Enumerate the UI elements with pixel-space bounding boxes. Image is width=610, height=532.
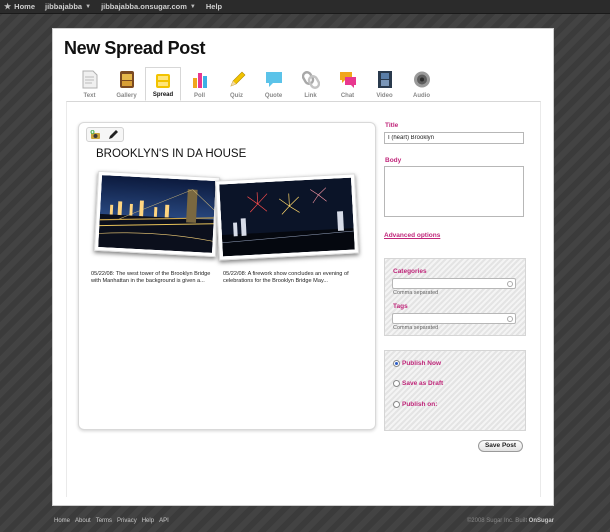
post-type-tabs: Text Gallery Spread Poll Quiz Quote Link… (71, 67, 440, 101)
pen-icon[interactable] (107, 130, 118, 140)
tab-link[interactable]: Link (292, 67, 329, 101)
advanced-options-link[interactable]: Advanced options (384, 232, 440, 239)
chat-icon (339, 72, 356, 88)
top-nav-help-label: Help (205, 2, 223, 11)
footer-link-about[interactable]: About (75, 518, 91, 524)
add-image-icon[interactable] (90, 130, 101, 140)
spread-photo-fireworks[interactable] (215, 173, 359, 261)
tab-label: Video (376, 93, 393, 99)
tab-video[interactable]: Video (366, 67, 403, 101)
tags-input[interactable] (392, 313, 516, 324)
footer-links: Home About Terms Privacy Help API (54, 518, 174, 524)
categories-label: Categories (393, 268, 427, 275)
star-icon: ★ (4, 2, 12, 11)
tags-hint: Comma separated (393, 325, 439, 331)
tab-label: Gallery (116, 93, 137, 99)
footer-brand-link[interactable]: OnSugar (529, 518, 554, 524)
tab-label: Text (83, 93, 96, 99)
top-nav-user-menu[interactable]: jibbajabba ▼ (45, 2, 91, 11)
tab-label: Poll (193, 93, 205, 99)
bridge-image (98, 175, 216, 253)
gallery-icon (119, 71, 134, 88)
spread-editor[interactable]: BROOKLYN'S IN DA HOUSE 05/22/08: The wes… (78, 122, 376, 430)
categories-input[interactable] (392, 278, 516, 289)
top-nav-home[interactable]: ★ Home (4, 2, 35, 11)
speaker-icon (413, 71, 430, 88)
tab-quote[interactable]: Quote (255, 67, 292, 101)
text-icon (82, 70, 97, 89)
tab-text[interactable]: Text (71, 67, 108, 101)
tab-gallery[interactable]: Gallery (108, 67, 145, 101)
save-post-button[interactable]: Save Post (478, 440, 523, 452)
radio-unselected[interactable] (393, 380, 400, 387)
footer-link-help[interactable]: Help (142, 518, 154, 524)
tab-poll[interactable]: Poll (181, 67, 218, 101)
spread-heading: BROOKLYN'S IN DA HOUSE (96, 148, 247, 160)
footer-link-home[interactable]: Home (54, 518, 70, 524)
tags-label: Tags (393, 303, 408, 310)
tab-label: Link (304, 93, 317, 99)
footer-link-api[interactable]: API (159, 518, 169, 524)
body-label: Body (385, 157, 402, 164)
title-label: Title (385, 122, 399, 129)
chevron-down-icon: ▼ (189, 3, 196, 10)
publish-now-option[interactable]: Publish Now (393, 360, 441, 367)
tab-quiz[interactable]: Quiz (218, 67, 255, 101)
save-draft-option[interactable]: Save as Draft (393, 380, 443, 387)
radio-selected[interactable] (393, 360, 400, 367)
publish-on-option[interactable]: Publish on: (393, 401, 437, 408)
pencil-icon (229, 71, 245, 87)
fireworks-image (219, 177, 355, 257)
tab-audio[interactable]: Audio (403, 67, 440, 101)
tab-label: Spread (152, 92, 174, 98)
publish-now-label: Publish Now (402, 360, 441, 367)
top-nav-help[interactable]: Help (206, 2, 222, 11)
footer-link-terms[interactable]: Terms (96, 518, 112, 524)
quote-icon (265, 72, 282, 87)
top-nav-site-label: jibbajabba.onsugar.com (101, 2, 187, 11)
tab-spread[interactable]: Spread (145, 67, 181, 101)
categories-hint: Comma separated (393, 290, 439, 296)
copyright-text: ©2008 Sugar Inc. Built (466, 518, 527, 524)
film-icon (377, 71, 392, 88)
spread-icon (156, 74, 170, 88)
chevron-down-icon: ▼ (85, 3, 92, 10)
top-nav-home-label: Home (14, 2, 36, 11)
footer-link-privacy[interactable]: Privacy (117, 518, 137, 524)
autocomplete-icon (507, 281, 513, 287)
tab-label: Chat (340, 93, 355, 99)
body-textarea[interactable] (384, 166, 524, 217)
publish-on-label: Publish on: (402, 401, 438, 408)
tab-label: Quiz (230, 93, 243, 99)
footer-copyright: ©2008 Sugar Inc. Built OnSugar (467, 518, 554, 524)
autocomplete-icon (507, 316, 513, 322)
radio-unselected[interactable] (393, 401, 400, 408)
save-draft-label: Save as Draft (402, 380, 444, 387)
spread-caption-2: 05/22/08: A firework show concludes an e… (223, 271, 349, 284)
title-input[interactable] (384, 132, 524, 144)
tab-label: Quote (264, 93, 283, 99)
spread-photo-bridge[interactable] (93, 170, 221, 258)
tab-label: Audio (413, 93, 430, 99)
spread-caption-1: 05/22/08: The west tower of the Brooklyn… (91, 271, 211, 284)
top-nav-site-menu[interactable]: jibbajabba.onsugar.com ▼ (101, 2, 196, 11)
tab-chat[interactable]: Chat (329, 67, 366, 101)
page-title: New Spread Post (64, 38, 206, 58)
top-nav-user-label: jibbajabba (45, 2, 83, 11)
link-icon (301, 71, 320, 89)
poll-icon (192, 73, 207, 88)
spread-toolbar (86, 127, 124, 142)
top-nav-bar: ★ Home jibbajabba ▼ jibbajabba.onsugar.c… (0, 0, 610, 14)
